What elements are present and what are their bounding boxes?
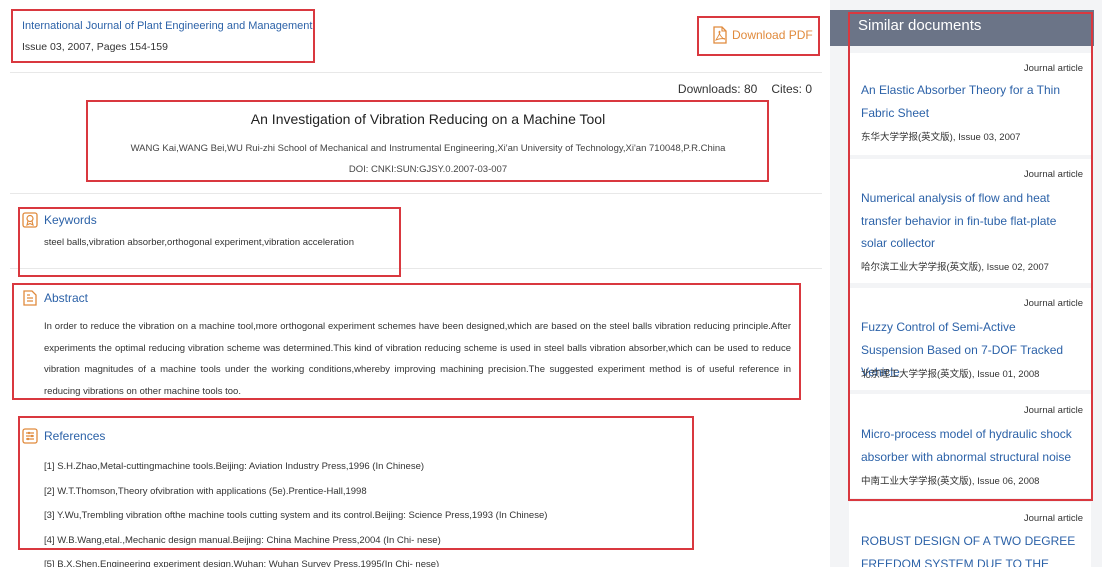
keywords-text: steel balls,vibration absorber,orthogona… [44, 237, 354, 248]
downloads-count: Downloads: 80 [677, 82, 758, 96]
reference-item: [4] W.B.Wang,etal.,Mechanic design manua… [44, 534, 441, 546]
list-settings-icon [22, 428, 38, 444]
document-icon [23, 290, 37, 306]
similar-doc-card[interactable]: Journal article Fuzzy Control of Semi-Ac… [849, 288, 1091, 390]
abstract-heading: Abstract [22, 290, 88, 306]
reference-item: [3] Y.Wu,Trembling vibration ofthe machi… [44, 510, 548, 521]
journal-info: International Journal of Plant Engineeri… [22, 19, 312, 53]
article-title: An Investigation of Vibration Reducing o… [250, 111, 606, 127]
similar-doc-card[interactable]: Journal article ROBUST DESIGN OF A TWO D… [849, 502, 1091, 567]
doc-type: Journal article [1023, 513, 1083, 524]
similar-documents-title: Similar documents [830, 10, 1094, 46]
article-doi: DOI: CNKI:SUN:GJSY.0.2007-03-007 [348, 164, 508, 175]
references-heading-label: References [44, 429, 106, 443]
reference-item: [2] W.T.Thomson,Theory ofvibration with … [44, 485, 367, 497]
article-authors: WANG Kai,WANG Bei,WU Rui-zhi School of M… [130, 143, 726, 154]
cites-count: Cites: 0 [771, 82, 812, 96]
similar-doc-card[interactable]: Journal article Numerical analysis of fl… [849, 159, 1091, 283]
abstract-heading-label: Abstract [44, 291, 89, 305]
similar-doc-card[interactable]: Journal article Micro-process model of h… [849, 394, 1091, 498]
divider [10, 268, 822, 269]
doc-meta: 北京理工大学学报(英文版), Issue 01, 2008 [861, 369, 1040, 380]
divider [10, 72, 822, 73]
doc-type: Journal article [1023, 405, 1083, 416]
similar-doc-card[interactable]: Journal article An Elastic Absorber Theo… [849, 53, 1091, 155]
references-list: [1] S.H.Zhao,Metal-cuttingmachine tools.… [44, 460, 547, 567]
doc-title-link[interactable]: Micro-process model of hydraulic shock a… [861, 423, 1081, 468]
journal-issue: Issue 03, 2007, Pages 154-159 [22, 41, 168, 53]
doc-meta: 东华大学学报(英文版), Issue 03, 2007 [861, 132, 1021, 143]
award-ribbon-icon [22, 212, 38, 228]
journal-name-link[interactable]: International Journal of Plant Engineeri… [22, 19, 312, 33]
pdf-icon [713, 26, 727, 44]
references-heading: References [22, 428, 105, 444]
doc-title-link[interactable]: An Elastic Absorber Theory for a Thin Fa… [861, 79, 1081, 124]
keywords-heading: Keywords [22, 212, 97, 228]
download-pdf-label: Download PDF [732, 28, 813, 42]
download-pdf-button[interactable]: Download PDF [712, 26, 813, 44]
doc-meta: 哈尔滨工业大学学报(英文版), Issue 02, 2007 [861, 262, 1049, 273]
reference-item: [5] B.X.Shen,Engineering experiment desi… [44, 559, 440, 567]
article-main: International Journal of Plant Engineeri… [0, 0, 830, 567]
article-stats: Downloads: 80 Cites: 0 [678, 82, 812, 96]
doc-title-link[interactable]: ROBUST DESIGN OF A TWO DEGREE FREEDOM SY… [861, 530, 1081, 567]
doc-type: Journal article [1023, 169, 1083, 180]
keywords-heading-label: Keywords [44, 213, 97, 227]
doc-meta: 中南工业大学学报(英文版), Issue 06, 2008 [861, 476, 1040, 487]
doc-title-link[interactable]: Numerical analysis of flow and heat tran… [861, 187, 1081, 255]
abstract-text: In order to reduce the vibration on a ma… [44, 321, 791, 397]
doc-type: Journal article [1023, 63, 1083, 74]
doc-type: Journal article [1023, 298, 1083, 309]
divider [10, 193, 822, 194]
reference-item: [1] S.H.Zhao,Metal-cuttingmachine tools.… [44, 461, 425, 472]
article-header: An Investigation of Vibration Reducing o… [90, 103, 766, 175]
